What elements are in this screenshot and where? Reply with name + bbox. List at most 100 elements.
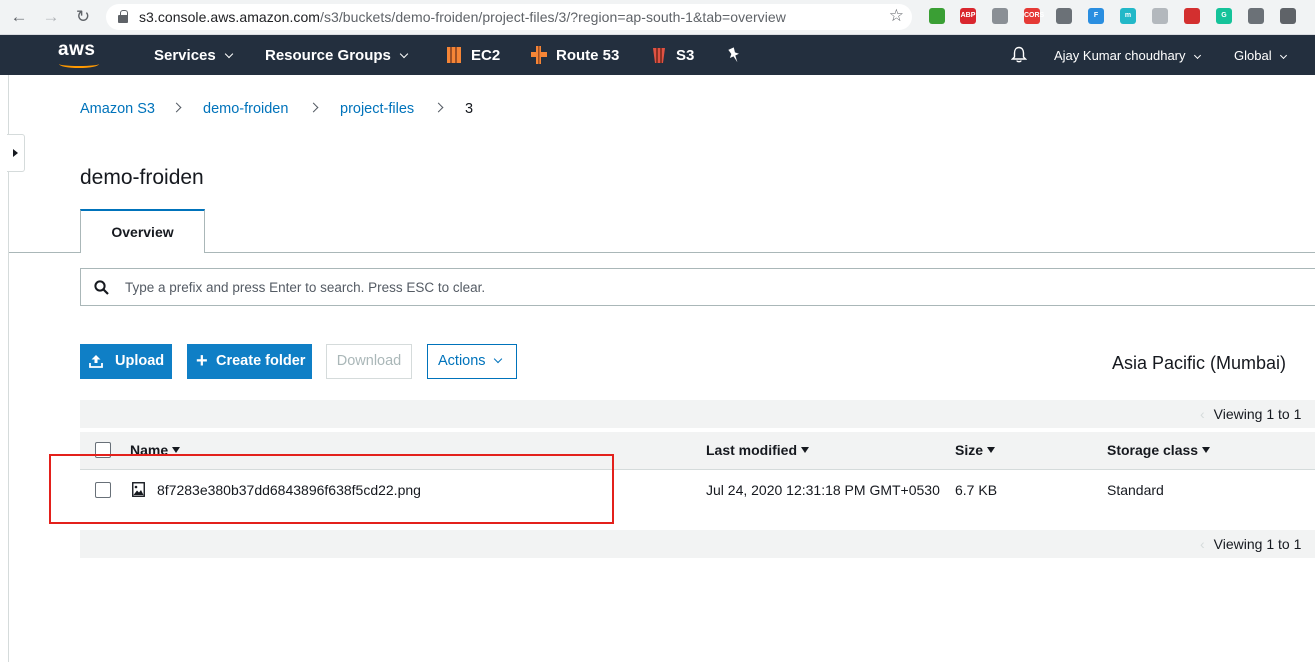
create-folder-label: Create folder	[216, 353, 306, 369]
chevron-down-icon	[1193, 51, 1201, 60]
ec2-icon	[447, 47, 461, 63]
breadcrumb-bucket[interactable]: demo-froiden	[203, 101, 288, 117]
breadcrumb-amazon-s3[interactable]: Amazon S3	[80, 101, 155, 117]
code-braces-icon[interactable]	[1056, 8, 1072, 24]
reload-icon[interactable]: ↻	[72, 6, 94, 28]
upload-icon	[89, 355, 103, 368]
file-storage-class: Standard	[1107, 482, 1164, 498]
s3-label: S3	[676, 47, 695, 64]
pagination-bar-top: ‹ Viewing 1 to 1	[80, 400, 1315, 428]
page-title: demo-froiden	[80, 166, 204, 189]
adblock-plus-icon[interactable]: ABP	[960, 8, 976, 24]
chevron-left-icon[interactable]: ‹	[1200, 406, 1205, 422]
services-menu[interactable]: Services	[154, 47, 233, 64]
ec2-label: EC2	[471, 47, 501, 64]
mercury-icon[interactable]: m	[1120, 8, 1136, 24]
column-last-modified[interactable]: Last modified	[706, 442, 810, 458]
s3-shortcut[interactable]: S3	[676, 47, 694, 64]
aws-smile-icon	[59, 60, 99, 68]
url-path: /s3/buckets/demo-froiden/project-files/3…	[320, 9, 786, 25]
viewing-count: ‹ Viewing 1 to 1	[1200, 536, 1301, 552]
download-label: Download	[336, 353, 402, 369]
resource-groups-menu[interactable]: Resource Groups	[265, 47, 409, 64]
bookmark-star-icon[interactable]: ☆	[889, 6, 904, 26]
address-bar[interactable]: s3.console.aws.amazon.com/s3/buckets/dem…	[106, 4, 912, 30]
font-icon[interactable]: F	[1088, 8, 1104, 24]
chevron-down-icon	[224, 49, 233, 59]
upload-button[interactable]: Upload	[80, 344, 172, 379]
viewing-count: ‹ Viewing 1 to 1	[1200, 406, 1301, 422]
pin-shortcut-icon[interactable]	[725, 46, 743, 66]
sort-down-icon	[801, 447, 810, 453]
breadcrumb-folder[interactable]: project-files	[340, 101, 414, 117]
upload-label: Upload	[115, 353, 165, 369]
region-label: Global	[1234, 48, 1272, 63]
create-folder-button[interactable]: + Create folder	[187, 344, 312, 379]
cors-icon[interactable]: CORS	[1024, 8, 1044, 24]
notifications-bell-icon[interactable]	[1011, 46, 1027, 63]
evernote-icon[interactable]	[929, 8, 945, 24]
expand-sidebar-toggle[interactable]	[7, 134, 25, 172]
column-size[interactable]: Size	[955, 442, 996, 458]
table-row[interactable]: 8f7283e380b37dd6843896f638f5cd22.png Jul…	[80, 470, 1315, 510]
file-size: 6.7 KB	[955, 482, 998, 498]
aws-top-nav: aws Services Resource Groups EC2 Route 5…	[0, 35, 1315, 75]
search-icon	[94, 280, 109, 295]
sort-down-icon	[987, 447, 996, 453]
pagination-bar-bottom: ‹ Viewing 1 to 1	[80, 530, 1315, 558]
column-name[interactable]: Name	[130, 442, 181, 458]
region-menu[interactable]: Global	[1234, 48, 1287, 63]
image-file-icon	[132, 482, 145, 497]
actions-label: Actions	[438, 353, 486, 369]
viewing-label: Viewing 1 to 1	[1213, 406, 1302, 422]
download-icon[interactable]	[1280, 8, 1296, 24]
viewing-label: Viewing 1 to 1	[1213, 536, 1302, 552]
vuejs-devtools-icon[interactable]	[992, 8, 1008, 24]
sort-down-icon	[1202, 447, 1211, 453]
tab-overview[interactable]: Overview	[80, 209, 205, 253]
user-name: Ajay Kumar choudhary	[1054, 48, 1186, 63]
camera-icon[interactable]	[1248, 8, 1264, 24]
download-button[interactable]: Download	[326, 344, 412, 379]
breadcrumb-current: 3	[465, 101, 474, 117]
file-name-link[interactable]: 8f7283e380b37dd6843896f638f5cd22.png	[157, 482, 421, 498]
column-storage-class[interactable]: Storage class	[1107, 442, 1211, 458]
aws-logo-text: aws	[58, 39, 96, 60]
chevron-right-icon	[308, 102, 319, 113]
chevron-right-icon	[171, 102, 182, 113]
resource-groups-label: Resource Groups	[265, 47, 391, 64]
column-size-label: Size	[955, 442, 984, 458]
column-storage-class-label: Storage class	[1107, 442, 1199, 458]
route53-shortcut[interactable]: Route 53	[556, 47, 619, 64]
url-text: s3.console.aws.amazon.com/s3/buckets/dem…	[139, 9, 786, 25]
lock-icon	[118, 10, 128, 23]
sort-down-icon	[172, 447, 181, 453]
shape-icon[interactable]	[1152, 8, 1168, 24]
chevron-left-icon[interactable]: ‹	[1200, 536, 1205, 552]
search-input[interactable]	[125, 270, 1275, 304]
pin-icon[interactable]	[1184, 8, 1200, 24]
column-name-label: Name	[130, 442, 169, 458]
actions-dropdown[interactable]: Actions	[427, 344, 517, 379]
url-host: s3.console.aws.amazon.com	[139, 9, 321, 25]
user-account-menu[interactable]: Ajay Kumar choudhary	[1054, 48, 1201, 63]
browser-toolbar: ← → ↻ s3.console.aws.amazon.com/s3/bucke…	[0, 0, 1315, 35]
forward-arrow-icon[interactable]: →	[40, 6, 62, 28]
back-arrow-icon[interactable]: ←	[8, 6, 30, 28]
column-last-modified-label: Last modified	[706, 442, 798, 458]
file-last-modified: Jul 24, 2020 12:31:18 PM GMT+0530	[706, 482, 940, 498]
plus-icon: +	[196, 350, 208, 372]
chevron-right-icon	[433, 102, 444, 113]
route53-label: Route 53	[556, 47, 620, 64]
chevron-down-icon	[399, 49, 409, 59]
grammarly-icon[interactable]: G	[1216, 8, 1232, 24]
row-checkbox[interactable]	[95, 482, 111, 498]
search-box	[80, 268, 1315, 306]
ec2-shortcut[interactable]: EC2	[471, 47, 500, 64]
chevron-down-icon	[1279, 51, 1287, 60]
services-label: Services	[154, 47, 216, 64]
table-header: Name Last modified Size Storage class	[80, 431, 1315, 470]
bucket-region: Asia Pacific (Mumbai)	[1112, 353, 1287, 373]
s3-icon	[653, 48, 665, 63]
select-all-checkbox[interactable]	[95, 442, 111, 458]
